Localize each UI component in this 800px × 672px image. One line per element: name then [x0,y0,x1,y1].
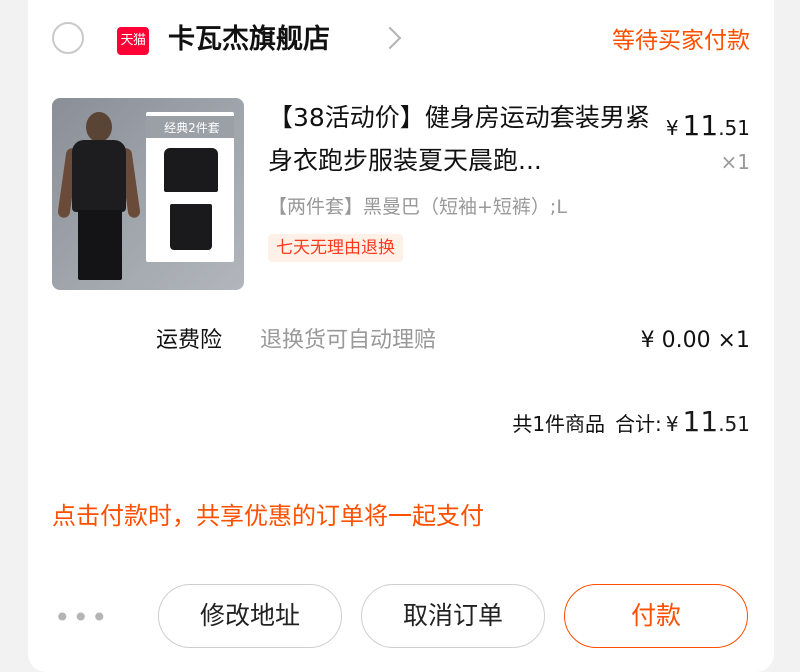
order-card: 天猫 卡瓦杰旗舰店 等待买家付款 经典2件套 【38活动价】健身房运动套装男紧身… [28,0,774,672]
modify-address-button[interactable]: 修改地址 [158,584,342,648]
product-title[interactable]: 【38活动价】健身房运动套装男紧身衣跑步服装夏天晨跑... [268,96,668,182]
tmall-icon: 天猫 [117,27,149,55]
model-legs [78,210,122,280]
total-label: 合计: [615,412,662,436]
product-price: ¥11.51 [666,106,750,148]
shop-name[interactable]: 卡瓦杰旗舰店 [168,20,330,60]
pay-button[interactable]: 付款 [564,584,748,648]
total-decimal: .51 [718,412,750,436]
thumbnail-label: 经典2件套 [164,121,220,135]
model-shirt [72,140,126,212]
price-currency: ¥ [665,116,679,140]
product-quantity: ×1 [720,150,750,174]
shipping-insurance-label: 运费险 [156,328,223,353]
total-integer: 11 [682,405,719,438]
order-total: 共1件商品 合计: ¥11.51 [512,402,750,446]
shipping-insurance-price: ¥ 0.00 ×1 [640,328,750,353]
order-status: 等待买家付款 [612,28,750,54]
return-policy-tag: 七天无理由退换 [268,234,403,262]
shirt-illustration [164,148,218,192]
product-thumbnail[interactable]: 经典2件套 [52,98,244,290]
chevron-right-icon[interactable] [378,26,402,50]
model-head [86,112,112,142]
more-options-icon[interactable]: ••• [54,604,110,632]
item-count: 共1件商品 [512,412,606,436]
shorts-illustration [170,204,212,250]
price-decimal: .51 [718,116,750,140]
cancel-order-button[interactable]: 取消订单 [361,584,545,648]
shipping-insurance-description: 退换货可自动理赔 [260,328,437,353]
combined-payment-notice: 点击付款时，共享优惠的订单将一起支付 [52,502,484,530]
product-sku: 【两件套】黑曼巴（短袖+短裤）;L [268,196,567,218]
select-radio[interactable] [52,22,84,54]
total-currency: ¥ [665,412,679,436]
price-integer: 11 [682,109,719,142]
